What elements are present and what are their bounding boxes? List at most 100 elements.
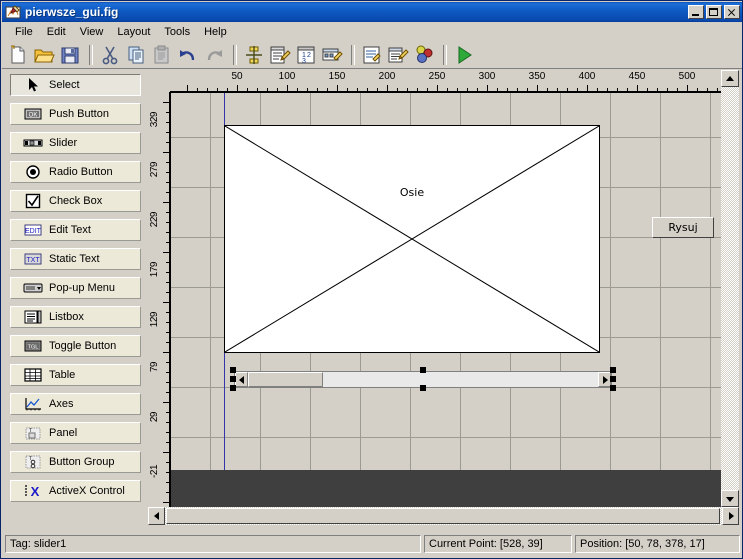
figure-push-button[interactable]: Rysuj (652, 217, 714, 238)
palette-item-select[interactable]: Select (10, 74, 141, 96)
palette-item-label: Pop-up Menu (49, 282, 116, 294)
resize-handle-nw[interactable] (230, 367, 236, 373)
open-folder-icon[interactable] (32, 43, 56, 67)
figure-axes[interactable]: Osie (224, 125, 600, 353)
palette-item-button-group[interactable]: T Button Group (10, 451, 141, 473)
ruler-h-tick (337, 85, 338, 92)
palette-item-label: Check Box (49, 195, 103, 207)
figure-canvas[interactable]: Osie Rysuj (170, 92, 721, 507)
ruler-h-label: 200 (378, 71, 396, 82)
status-bar: Tag: slider1 Current Point: [528, 39] Po… (2, 529, 742, 558)
ruler-h-tick (687, 85, 688, 92)
resize-handle-ne[interactable] (610, 367, 616, 373)
m-file-editor-icon[interactable] (360, 43, 384, 67)
object-browser-icon[interactable] (412, 43, 436, 67)
menu-layout[interactable]: Layout (110, 24, 157, 40)
window-controls (688, 5, 740, 19)
scroll-down-icon[interactable] (721, 490, 739, 507)
resize-handle-n[interactable] (420, 367, 426, 373)
menu-help[interactable]: Help (197, 24, 234, 40)
run-figure-icon[interactable] (452, 43, 476, 67)
palette-item-toggle-button[interactable]: TGL Toggle Button (10, 335, 141, 357)
ruler-v-tick (163, 402, 170, 403)
ruler-h-tick (537, 85, 538, 92)
ruler-v-label: 229 (149, 212, 160, 228)
toolbar-separator (443, 44, 447, 65)
slider-left-arrow-icon[interactable] (235, 372, 248, 387)
redo-arrow-icon[interactable] (202, 43, 226, 67)
palette-item-radio-button[interactable]: Radio Button (10, 161, 141, 183)
palette-item-label: Toggle Button (49, 340, 117, 352)
paste-icon[interactable] (150, 43, 174, 67)
ruler-v-tick (163, 152, 170, 153)
ruler-h-tick (487, 85, 488, 92)
palette-item-popup-menu[interactable]: Pop-up Menu (10, 277, 141, 299)
palette-item-check-box[interactable]: Check Box (10, 190, 141, 212)
copy-icon[interactable] (124, 43, 148, 67)
palette-item-listbox[interactable]: Listbox (10, 306, 141, 328)
undo-arrow-icon[interactable] (176, 43, 200, 67)
ruler-v-tick (163, 102, 170, 103)
maximize-button[interactable] (706, 5, 722, 19)
resize-handle-s[interactable] (420, 385, 426, 391)
ruler-h-label: 150 (328, 71, 346, 82)
ruler-v-label: -21 (149, 465, 160, 478)
ruler-v-tick (163, 202, 170, 203)
resize-handle-sw[interactable] (230, 385, 236, 391)
window-title: pierwsze_gui.fig (25, 5, 119, 19)
menu-tools[interactable]: Tools (157, 24, 197, 40)
slider-thumb[interactable] (248, 372, 323, 387)
palette-item-push-button[interactable]: OK Push Button (10, 103, 141, 125)
minimize-button[interactable] (688, 5, 704, 19)
toggle-button-icon: TGL (23, 338, 43, 354)
align-objects-icon[interactable] (242, 43, 266, 67)
static-text-icon: TXT (23, 251, 43, 267)
cursor-arrow-icon (23, 77, 43, 93)
menu-file[interactable]: File (8, 24, 40, 40)
canvas-horizontal-scrollbar[interactable] (148, 507, 739, 525)
palette-item-axes[interactable]: Axes (10, 393, 141, 415)
resize-handle-w[interactable] (230, 376, 236, 382)
scroll-up-icon[interactable] (721, 70, 739, 87)
palette-item-table[interactable]: Table (10, 364, 141, 386)
title-bar: pierwsze_gui.fig (2, 2, 742, 22)
ruler-h-tick (637, 85, 638, 92)
palette-item-activex-control[interactable]: X ActiveX Control (10, 480, 141, 502)
menu-editor-icon[interactable] (268, 43, 292, 67)
check-box-icon (23, 193, 43, 209)
tab-order-editor-icon[interactable]: 1 2 3 (294, 43, 318, 67)
svg-text:EDIT: EDIT (25, 228, 42, 235)
palette-item-edit-text[interactable]: EDIT Edit Text (10, 219, 141, 241)
save-icon[interactable] (58, 43, 82, 67)
listbox-icon (23, 309, 43, 325)
scroll-left-icon[interactable] (148, 507, 165, 525)
ruler-corner (148, 70, 170, 92)
status-position: Position: [50, 78, 378, 17] (575, 534, 740, 553)
resize-handle-e[interactable] (610, 376, 616, 382)
toolbar-separator (233, 44, 237, 65)
horizontal-ruler: 50 100 150 200 250 300 350 400 450 500 5… (170, 70, 721, 92)
new-figure-icon[interactable] (6, 43, 30, 67)
svg-text:X: X (31, 484, 40, 499)
toolbar-editor-icon[interactable] (320, 43, 344, 67)
property-inspector-icon[interactable] (386, 43, 410, 67)
ruler-h-tick (187, 85, 188, 92)
figure-outside-region (171, 470, 721, 507)
palette-item-slider[interactable]: Slider (10, 132, 141, 154)
scroll-right-icon[interactable] (722, 507, 739, 525)
close-button[interactable] (724, 5, 740, 19)
canvas-vertical-scrollbar[interactable] (721, 70, 739, 507)
palette-item-panel[interactable]: T Panel (10, 422, 141, 444)
svg-text:2: 2 (307, 52, 311, 59)
palette-item-static-text[interactable]: TXT Static Text (10, 248, 141, 270)
menu-edit[interactable]: Edit (40, 24, 73, 40)
svg-text:3: 3 (302, 58, 306, 65)
palette-item-label: ActiveX Control (49, 485, 125, 497)
slider-track[interactable] (323, 372, 598, 387)
cut-scissors-icon[interactable] (98, 43, 122, 67)
menu-view[interactable]: View (73, 24, 111, 40)
horizontal-scroll-thumb[interactable] (166, 508, 720, 524)
ruler-v-tick (163, 452, 170, 453)
resize-handle-se[interactable] (610, 385, 616, 391)
slider-icon (23, 135, 43, 151)
